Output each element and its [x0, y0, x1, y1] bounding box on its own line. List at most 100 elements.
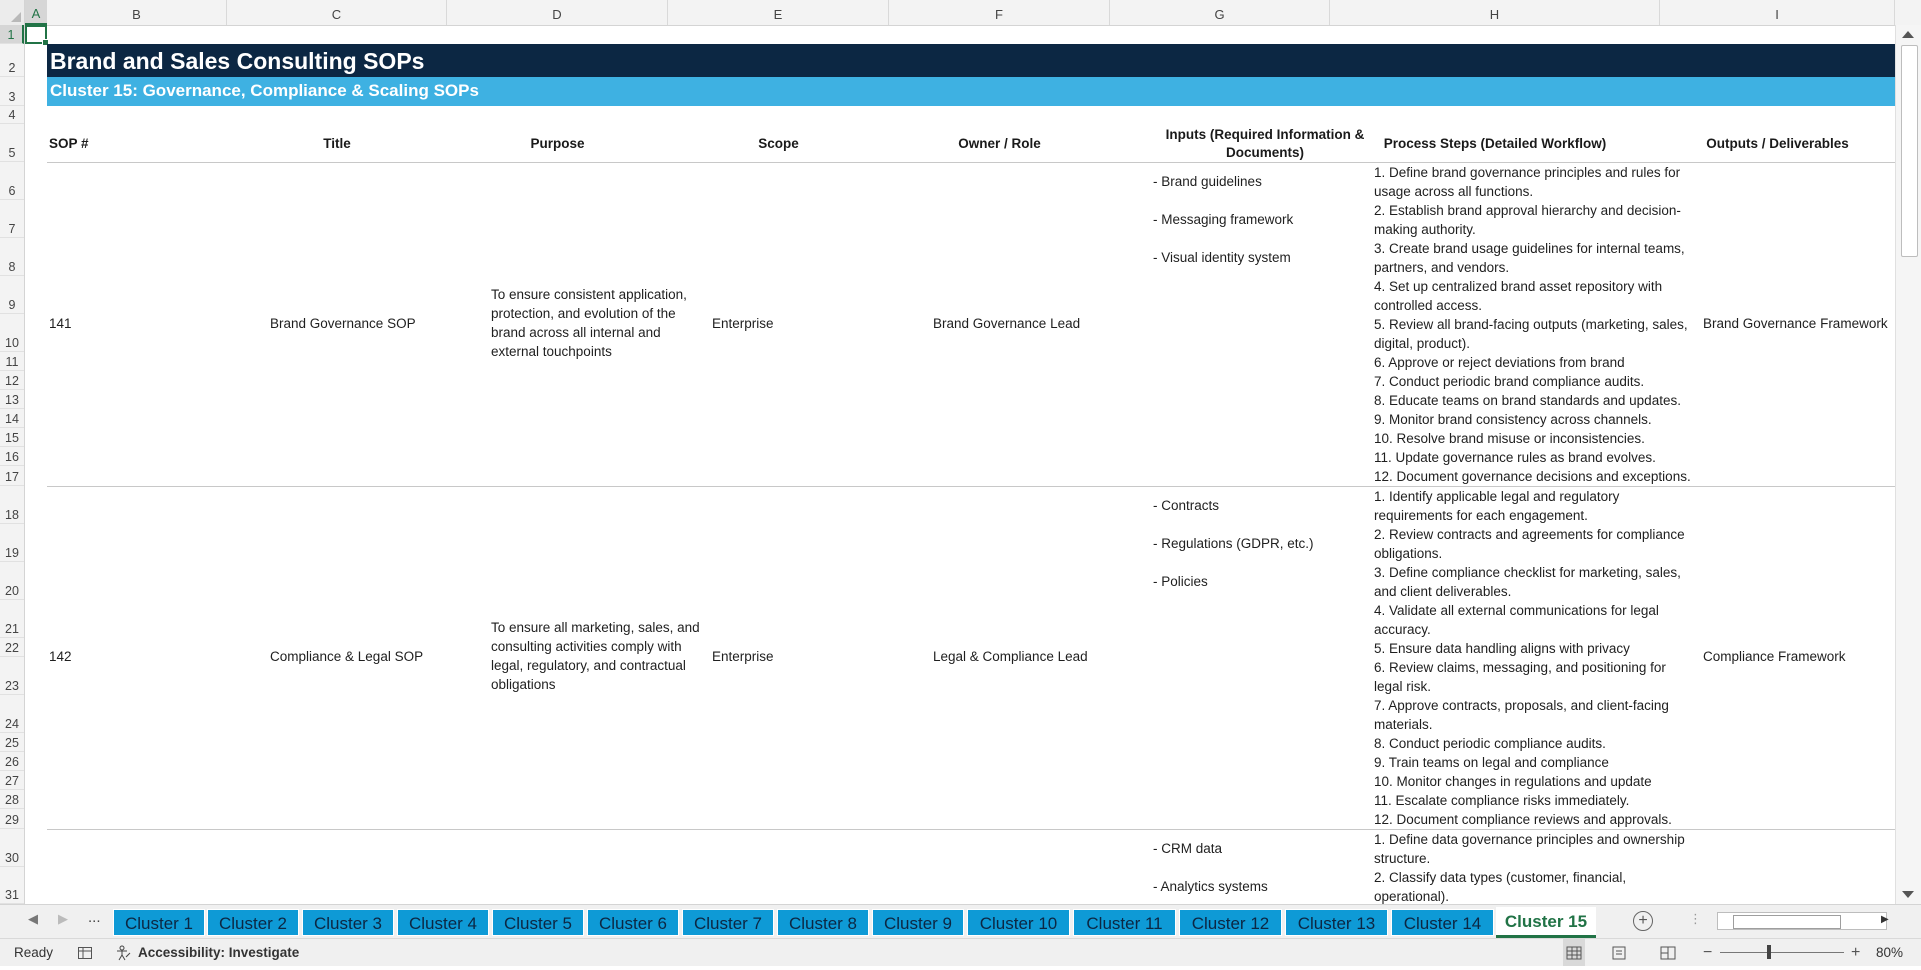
scroll-right-arrow-icon[interactable]: ▶	[1881, 914, 1889, 925]
active-cell-a1[interactable]	[25, 25, 49, 46]
accessibility-status[interactable]: Accessibility: Investigate	[138, 939, 299, 966]
column-header-f[interactable]: F	[889, 0, 1110, 25]
prev-sheet-arrow-icon[interactable]: ◀	[28, 911, 38, 927]
outputs-141[interactable]: Brand Governance Framework	[1703, 314, 1888, 333]
column-header-a[interactable]: A	[25, 0, 47, 25]
steps-142[interactable]: 1. Identify applicable legal and regulat…	[1374, 487, 1694, 829]
tab-cluster-12[interactable]: Cluster 12	[1179, 909, 1282, 936]
row-header-13[interactable]: 13	[0, 390, 24, 409]
vertical-scrollbar[interactable]	[1895, 25, 1921, 904]
steps-143[interactable]: 1. Define data governance principles and…	[1374, 830, 1694, 904]
column-header-d[interactable]: D	[447, 0, 668, 25]
sheet-title[interactable]: Brand and Sales Consulting SOPs	[47, 44, 1895, 77]
zoom-level[interactable]: 80%	[1876, 939, 1903, 966]
column-header-h[interactable]: H	[1330, 0, 1660, 25]
row-header-6[interactable]: 6	[0, 162, 24, 200]
horizontal-scrollbar[interactable]	[1717, 912, 1887, 930]
tab-cluster-11[interactable]: Cluster 11	[1073, 909, 1176, 936]
owner-141[interactable]: Brand Governance Lead	[933, 314, 1080, 333]
worksheet-grid[interactable]: Brand and Sales Consulting SOPs Cluster …	[25, 25, 1895, 904]
row-header-23[interactable]: 23	[0, 657, 24, 695]
row-header-9[interactable]: 9	[0, 276, 24, 314]
tab-cluster-6[interactable]: Cluster 6	[587, 909, 679, 936]
sop-number-141[interactable]: 141	[49, 314, 72, 333]
page-break-view-icon[interactable]	[1660, 939, 1676, 966]
tab-cluster-1[interactable]: Cluster 1	[113, 909, 205, 936]
scroll-down-arrow-icon[interactable]	[1902, 891, 1914, 898]
workbook-statistics-icon[interactable]	[77, 939, 93, 966]
title-141[interactable]: Brand Governance SOP	[270, 314, 416, 333]
tab-cluster-15-active[interactable]: Cluster 15	[1496, 907, 1596, 938]
row-header-20[interactable]: 20	[0, 562, 24, 600]
vertical-scroll-thumb[interactable]	[1901, 45, 1918, 257]
row-header-31[interactable]: 31	[0, 867, 24, 904]
row-header-19[interactable]: 19	[0, 524, 24, 562]
row-header-11[interactable]: 11	[0, 352, 24, 371]
scroll-up-arrow-icon[interactable]	[1902, 31, 1914, 38]
tab-cluster-13[interactable]: Cluster 13	[1285, 909, 1388, 936]
tab-cluster-8[interactable]: Cluster 8	[777, 909, 869, 936]
row-header-17[interactable]: 17	[0, 466, 24, 486]
row-header-27[interactable]: 27	[0, 771, 24, 790]
tab-cluster-3[interactable]: Cluster 3	[302, 909, 394, 936]
row-header-16[interactable]: 16	[0, 447, 24, 466]
column-header-g[interactable]: G	[1110, 0, 1330, 25]
row-header-22[interactable]: 22	[0, 638, 24, 657]
tab-cluster-10[interactable]: Cluster 10	[967, 909, 1070, 936]
row-header-14[interactable]: 14	[0, 409, 24, 428]
sop-number-142[interactable]: 142	[49, 647, 72, 666]
row-header-30[interactable]: 30	[0, 829, 24, 867]
row-header-4[interactable]: 4	[0, 106, 24, 124]
steps-141[interactable]: 1. Define brand governance principles an…	[1374, 163, 1694, 486]
header-outputs[interactable]: Outputs / Deliverables	[1660, 135, 1895, 153]
scope-141[interactable]: Enterprise	[712, 314, 774, 333]
tab-cluster-4[interactable]: Cluster 4	[397, 909, 489, 936]
row-header-8[interactable]: 8	[0, 238, 24, 276]
row-header-10[interactable]: 10	[0, 314, 24, 352]
row-header-2[interactable]: 2	[0, 44, 24, 77]
column-header-e[interactable]: E	[668, 0, 889, 25]
row-header-7[interactable]: 7	[0, 200, 24, 238]
page-layout-view-icon[interactable]	[1611, 939, 1627, 966]
header-purpose[interactable]: Purpose	[447, 135, 668, 153]
tab-cluster-9[interactable]: Cluster 9	[872, 909, 964, 936]
header-scope[interactable]: Scope	[668, 135, 889, 153]
column-header-b[interactable]: B	[47, 0, 227, 25]
more-sheets-button[interactable]: ...	[88, 909, 101, 926]
row-header-3[interactable]: 3	[0, 77, 24, 106]
row-header-26[interactable]: 26	[0, 752, 24, 771]
tab-cluster-2[interactable]: Cluster 2	[207, 909, 299, 936]
tab-cluster-5[interactable]: Cluster 5	[492, 909, 584, 936]
header-steps[interactable]: Process Steps (Detailed Workflow)	[1330, 135, 1660, 153]
inputs-142[interactable]: - Contracts - Regulations (GDPR, etc.) -…	[1153, 496, 1314, 610]
row-header-12[interactable]: 12	[0, 371, 24, 390]
row-header-21[interactable]: 21	[0, 600, 24, 638]
purpose-142[interactable]: To ensure all marketing, sales, and cons…	[491, 618, 701, 694]
tab-splitter-dots-icon[interactable]: ⋮	[1689, 911, 1702, 927]
tab-cluster-7[interactable]: Cluster 7	[682, 909, 774, 936]
next-sheet-arrow-icon[interactable]: ▶	[58, 911, 68, 927]
row-header-29[interactable]: 29	[0, 809, 24, 829]
add-sheet-plus-icon[interactable]: +	[1633, 911, 1653, 931]
header-sop[interactable]: SOP #	[49, 135, 89, 153]
select-all-corner[interactable]	[0, 0, 25, 25]
horizontal-scroll-thumb[interactable]	[1733, 915, 1841, 929]
zoom-in-icon[interactable]: +	[1851, 939, 1860, 966]
column-header-c[interactable]: C	[227, 0, 447, 25]
zoom-out-icon[interactable]: −	[1703, 939, 1712, 966]
header-title[interactable]: Title	[227, 135, 447, 153]
row-header-24[interactable]: 24	[0, 695, 24, 733]
purpose-141[interactable]: To ensure consistent application, protec…	[491, 285, 701, 361]
header-owner[interactable]: Owner / Role	[889, 135, 1110, 153]
column-header-i[interactable]: I	[1660, 0, 1895, 25]
accessibility-icon[interactable]	[115, 939, 133, 966]
inputs-141[interactable]: - Brand guidelines - Messaging framework…	[1153, 172, 1293, 286]
row-header-5[interactable]: 5	[0, 124, 24, 162]
row-header-18[interactable]: 18	[0, 486, 24, 524]
sheet-subtitle[interactable]: Cluster 15: Governance, Compliance & Sca…	[47, 77, 1895, 106]
inputs-143[interactable]: - CRM data - Analytics systems	[1153, 839, 1268, 904]
outputs-142[interactable]: Compliance Framework	[1703, 647, 1846, 666]
owner-142[interactable]: Legal & Compliance Lead	[933, 647, 1088, 666]
zoom-slider[interactable]	[1720, 945, 1844, 959]
row-header-28[interactable]: 28	[0, 790, 24, 809]
